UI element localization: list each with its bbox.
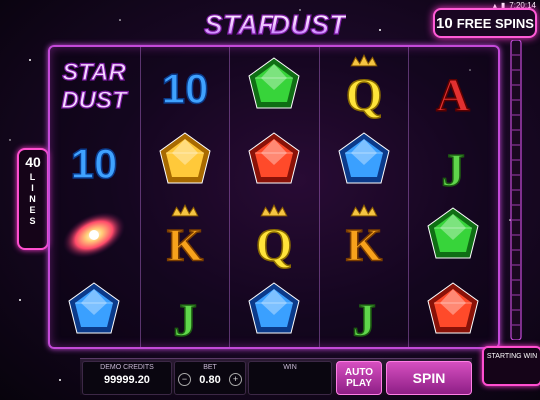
- free-spins-label: FREE SPINS: [456, 15, 534, 31]
- win-meter-rail: [510, 40, 522, 340]
- credits-value: 99999.20: [104, 374, 150, 386]
- svg-text:DUST: DUST: [61, 87, 129, 114]
- blue-gem-symbol: [50, 272, 138, 347]
- svg-text:STAR: STAR: [62, 59, 126, 86]
- bet-decrease-button[interactable]: −: [178, 373, 191, 386]
- control-bar: DEMO CREDITS 99999.20 BET − 0.80 + WIN A…: [80, 358, 472, 395]
- galaxy-symbol: [50, 197, 138, 272]
- reel-4: Q K J: [318, 47, 408, 347]
- svg-text:J: J: [173, 294, 196, 344]
- svg-text:K: K: [166, 219, 202, 269]
- logo-word-2: DUST: [270, 9, 346, 40]
- bet-panel: BET − 0.80 +: [174, 361, 246, 395]
- svg-text:K: K: [345, 219, 381, 269]
- stardust-logo: STAR DUST: [203, 8, 346, 40]
- reel-5: A J: [408, 47, 497, 347]
- svg-text:Q: Q: [345, 69, 381, 119]
- bet-label: BET: [203, 364, 217, 371]
- svg-text:A: A: [436, 69, 470, 119]
- svg-text:J: J: [352, 294, 375, 344]
- queen-symbol: Q: [320, 47, 408, 122]
- win-panel: WIN: [248, 361, 332, 395]
- spin-button[interactable]: SPIN: [386, 361, 472, 395]
- paylines-word: LINES: [29, 172, 37, 227]
- svg-text:J: J: [441, 144, 464, 194]
- free-spins-count: 10: [436, 14, 453, 32]
- starting-win-panel: STARTING WIN: [482, 346, 540, 386]
- autoplay-label-1: AUTO: [344, 367, 374, 378]
- bet-value: 0.80: [199, 373, 221, 386]
- logo-word-1: STAR: [204, 9, 279, 40]
- credits-panel: DEMO CREDITS 99999.20: [82, 361, 172, 395]
- reel-1: STAR DUST 10: [50, 47, 138, 347]
- blue-gem-symbol: [320, 122, 408, 197]
- jack-symbol: J: [141, 272, 229, 347]
- spin-label: SPIN: [412, 370, 446, 386]
- green-gem-symbol: [409, 197, 497, 272]
- king-symbol: K: [141, 197, 229, 272]
- starting-win-label: STARTING WIN: [486, 353, 538, 360]
- paylines-badge[interactable]: 40 LINES: [17, 148, 49, 250]
- stardust-logo-symbol: STAR DUST: [50, 47, 138, 122]
- reel-2: 10 K J: [139, 47, 229, 347]
- red-gem-symbol: [409, 272, 497, 347]
- green-gem-symbol: [230, 47, 318, 122]
- yellow-gem-symbol: [141, 122, 229, 197]
- queen-symbol: Q: [230, 197, 318, 272]
- win-label: WIN: [283, 364, 297, 371]
- svg-text:Q: Q: [256, 219, 292, 269]
- autoplay-button[interactable]: AUTO PLAY: [336, 361, 382, 395]
- credits-label: DEMO CREDITS: [100, 364, 154, 371]
- ace-symbol: A: [409, 47, 497, 122]
- jack-symbol: J: [320, 272, 408, 347]
- paylines-count: 40: [25, 154, 41, 170]
- ten-symbol: 10: [50, 122, 138, 197]
- reel-3: Q: [229, 47, 318, 347]
- bet-increase-button[interactable]: +: [228, 373, 242, 386]
- svg-text:10: 10: [161, 65, 208, 112]
- paylines-word-text: LINES: [29, 172, 37, 226]
- svg-text:10: 10: [71, 140, 118, 187]
- king-symbol: K: [320, 197, 408, 272]
- autoplay-label-2: PLAY: [346, 378, 372, 389]
- free-spins-counter: 10 FREE SPINS: [433, 8, 537, 38]
- blue-gem-symbol: [230, 272, 318, 347]
- jack-symbol: J: [409, 122, 497, 197]
- ten-symbol: 10: [141, 47, 229, 122]
- red-gem-symbol: [230, 122, 318, 197]
- reel-area[interactable]: STAR DUST 10 10 K J Q Q K J A J: [48, 45, 500, 349]
